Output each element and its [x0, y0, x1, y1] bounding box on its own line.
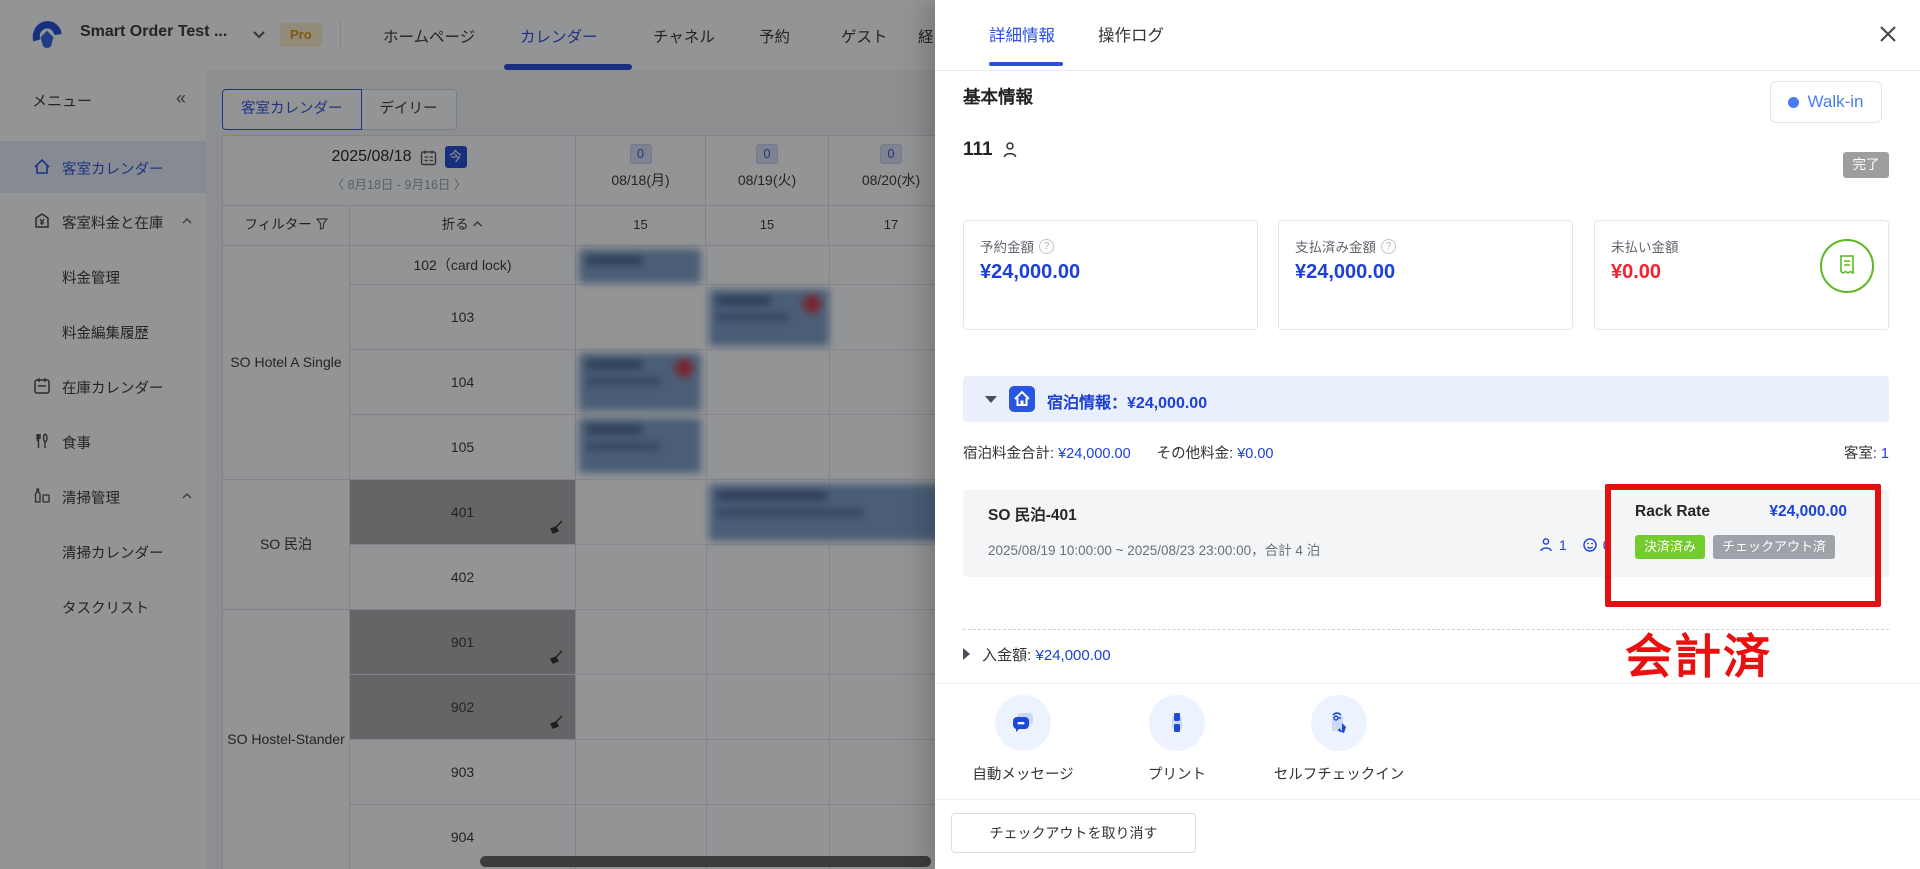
room-name: SO 民泊-401	[988, 503, 1077, 525]
self-checkin-icon	[1325, 709, 1353, 737]
unpaid-amount-value: ¥0.00	[1611, 261, 1661, 284]
basic-info-title: 基本情報	[963, 84, 1033, 109]
child-smiley-icon	[1582, 537, 1598, 553]
paid-amount-card: 支払済み金額 ¥24,000.00	[1278, 220, 1573, 330]
unpaid-amount-card: 未払い金額 ¥0.00	[1594, 220, 1889, 330]
help-icon[interactable]	[1039, 239, 1054, 254]
self-checkin-button[interactable]	[1311, 695, 1367, 751]
stay-period: 2025/08/19 10:00:00 ~ 2025/08/23 23:00:0…	[988, 539, 1320, 559]
done-status-badge: 完了	[1843, 152, 1889, 178]
self-checkin-label[interactable]: セルフチェックイン	[1245, 763, 1433, 784]
caret-right-icon	[963, 648, 970, 660]
tab-details[interactable]: 詳細情報	[989, 22, 1055, 46]
stay-totals-row: 宿泊料金合計: ¥24,000.00 その他料金: ¥0.00 客室: 1	[963, 442, 1889, 463]
person-icon[interactable]	[1001, 141, 1019, 159]
print-icon	[1163, 709, 1191, 737]
stay-info-amount: ¥24,000.00	[1127, 395, 1207, 412]
reservation-detail-panel: 詳細情報 操作ログ 基本情報 Walk-in 111 完了 予約金額 ¥24,0…	[935, 0, 1920, 869]
adult-count: 1	[1559, 537, 1567, 553]
cancel-checkout-button[interactable]: チェックアウトを取り消す	[951, 813, 1196, 853]
receipt-icon[interactable]	[1820, 239, 1874, 293]
panel-divider	[935, 70, 1920, 71]
print-label[interactable]: プリント	[1115, 763, 1239, 784]
paid-amount-value: ¥24,000.00	[1295, 261, 1395, 284]
pms-app-screen: Smart Order Test ... Pro ホームページ カレンダー チャ…	[0, 0, 1920, 869]
footer-divider	[935, 799, 1920, 800]
reservation-amount-value: ¥24,000.00	[980, 261, 1080, 284]
stay-total-value: ¥24,000.00	[1058, 446, 1131, 462]
occupancy-info: 1 0	[1538, 537, 1611, 553]
deposit-row[interactable]: 入金額: ¥24,000.00	[963, 641, 1463, 663]
help-icon[interactable]	[1381, 239, 1396, 254]
reservation-amount-card: 予約金額 ¥24,000.00	[963, 220, 1258, 330]
stay-house-icon	[1009, 386, 1035, 412]
guest-name: 111	[963, 139, 993, 161]
annotation-highlight-box	[1605, 484, 1881, 607]
tab-operation-log[interactable]: 操作ログ	[1098, 22, 1164, 46]
stay-info-label: 宿泊情報：	[1047, 395, 1127, 412]
modal-dim-overlay[interactable]	[0, 0, 935, 869]
annotation-text: 会計済	[1625, 618, 1772, 687]
other-fees-value: ¥0.00	[1237, 446, 1273, 462]
status-dot-icon	[1788, 97, 1799, 108]
print-button[interactable]	[1149, 695, 1205, 751]
deposit-value: ¥24,000.00	[1036, 647, 1111, 663]
auto-message-button[interactable]	[995, 695, 1051, 751]
panel-footer: 自動メッセージ プリント セルフチェックイン チェックアウトを取り消す	[935, 683, 1920, 869]
guest-name-row: 111	[963, 139, 1019, 161]
auto-message-icon	[1009, 709, 1037, 737]
active-tab-underline	[989, 62, 1063, 66]
auto-message-label[interactable]: 自動メッセージ	[945, 763, 1101, 784]
stay-info-header[interactable]: 宿泊情報：¥24,000.00	[963, 376, 1889, 422]
close-icon[interactable]	[1876, 22, 1900, 46]
caret-down-icon	[985, 396, 997, 403]
adult-icon	[1538, 537, 1554, 553]
status-badge-walkin: Walk-in	[1770, 81, 1882, 123]
room-count-value: 1	[1881, 446, 1889, 462]
